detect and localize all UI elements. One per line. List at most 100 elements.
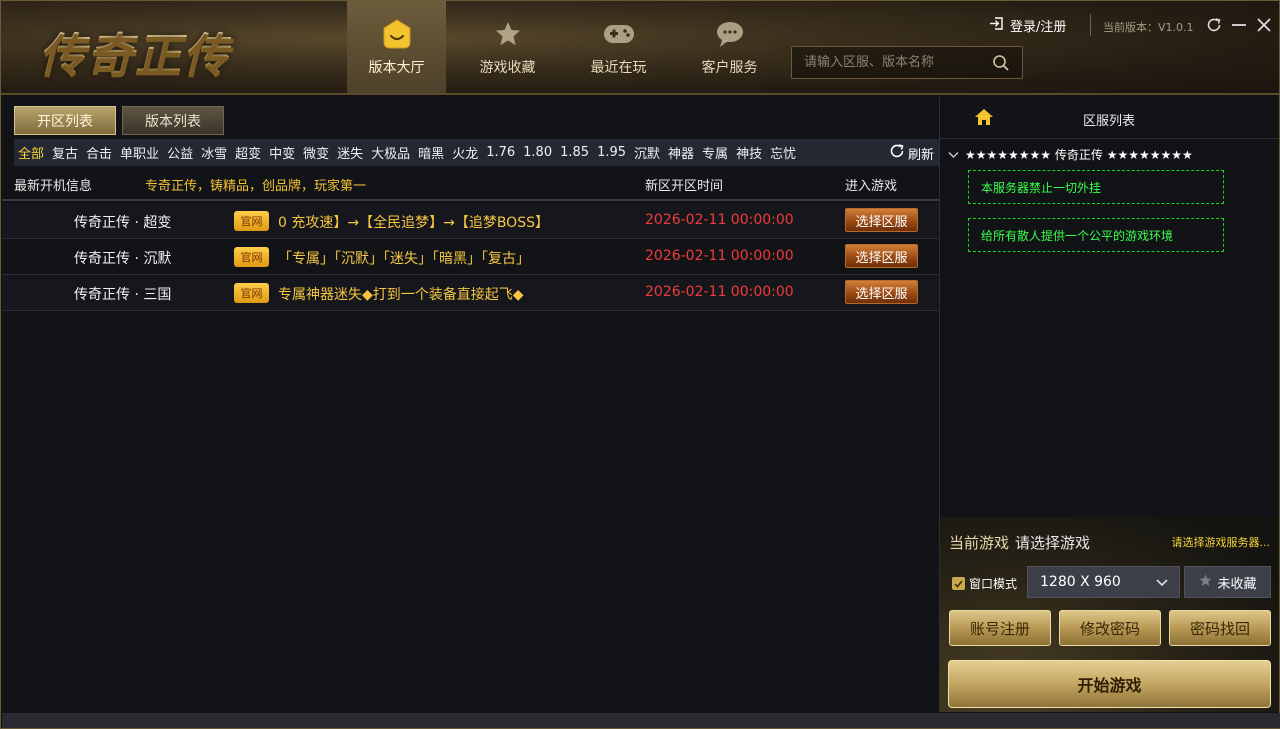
select-server-button[interactable]: 选择区服: [845, 244, 918, 268]
search-icon[interactable]: [992, 54, 1010, 76]
change-password-button[interactable]: 修改密码: [1059, 610, 1161, 646]
login-button[interactable]: 登录/注册: [989, 16, 1066, 35]
server-desc: 专属神器迷失◆打到一个装备直接起飞◆: [278, 287, 524, 303]
select-server-button[interactable]: 选择区服: [845, 208, 918, 232]
favorite-button[interactable]: 未收藏: [1184, 566, 1271, 598]
refresh-button[interactable]: 刷新: [889, 143, 934, 163]
start-game-button[interactable]: 开始游戏: [948, 660, 1271, 708]
nav-service[interactable]: 客户服务: [674, 1, 785, 93]
open-time: 2026-02-11 00:00:00: [645, 212, 794, 228]
server-tree-node[interactable]: ★★★★★★★★ 传奇正传 ★★★★★★★★: [948, 146, 1193, 163]
filter-item[interactable]: 忘忧: [766, 143, 800, 162]
filter-item[interactable]: 1.76: [482, 145, 519, 160]
table-row: 传奇正传 · 沉默 官网 「专属」「沉默」「迷失」「暗黑」「复古」 2026-0…: [2, 239, 939, 275]
open-time: 2026-02-11 00:00:00: [645, 284, 794, 300]
chevron-down-icon: [948, 148, 959, 162]
refresh-label: 刷新: [907, 147, 934, 163]
nav-label: 最近在玩: [590, 60, 647, 76]
filter-item[interactable]: 中变: [265, 143, 299, 162]
filter-item[interactable]: 大极品: [367, 143, 414, 162]
official-badge[interactable]: 官网: [234, 247, 269, 267]
server-name: 传奇正传 · 超变: [74, 215, 172, 231]
filter-item[interactable]: 合击: [82, 143, 116, 162]
nav-label: 游戏收藏: [479, 60, 536, 76]
filter-item[interactable]: 超变: [231, 143, 265, 162]
version-label: 当前版本：V1.0.1: [1103, 21, 1194, 34]
close-icon[interactable]: [1254, 15, 1273, 34]
search-input[interactable]: [792, 47, 982, 78]
window-controls: [1204, 15, 1273, 34]
server-desc: 0 充攻速】→【全民追梦】→【追梦BOSS】: [278, 215, 549, 231]
login-icon: [989, 16, 1004, 35]
filter-item[interactable]: 暗黑: [414, 143, 448, 162]
select-server-button[interactable]: 选择区服: [845, 280, 918, 304]
table-row: 传奇正传 · 三国 官网 专属神器迷失◆打到一个装备直接起飞◆ 2026-02-…: [2, 275, 939, 311]
app-logo: 传奇正传: [39, 19, 231, 85]
checkbox-icon: [952, 577, 965, 590]
server-list-title: 区服列表: [1083, 114, 1136, 129]
filter-item[interactable]: 1.95: [593, 145, 630, 160]
smile-icon: [380, 17, 414, 51]
favorite-label: 未收藏: [1217, 576, 1257, 592]
header-divider: [1090, 14, 1091, 36]
filter-all[interactable]: 全部: [14, 143, 48, 162]
nav-favorites[interactable]: 游戏收藏: [452, 1, 563, 93]
nav-version-hall[interactable]: 版本大厅: [347, 1, 446, 93]
header: 传奇正传 版本大厅 游戏收藏 最近在玩 客户服务 请输入区服、版本名称 登录/注…: [1, 1, 1279, 95]
server-detail-panel: 区服列表 ★★★★★★★★ 传奇正传 ★★★★★★★★ 本服务器禁止一切外挂 给…: [940, 97, 1279, 712]
nav-label: 版本大厅: [368, 60, 425, 76]
refresh-icon: [889, 143, 905, 163]
search-box: [791, 46, 1023, 79]
header-enter: 进入游戏: [845, 179, 898, 194]
tab-open-list[interactable]: 开区列表: [14, 106, 116, 135]
server-select-tip: 请选择游戏服务器...: [1171, 536, 1271, 549]
official-badge[interactable]: 官网: [234, 211, 269, 231]
filter-item[interactable]: 1.80: [519, 145, 556, 160]
current-game-label: 当前游戏: [949, 534, 1010, 552]
list-header: 最新开机信息 专奇正传，铸精品，创品牌，玩家第一 新区开区时间 进入游戏: [2, 167, 939, 201]
main-nav: 版本大厅 游戏收藏 最近在玩 客户服务: [347, 1, 785, 93]
nav-label: 客户服务: [701, 60, 758, 76]
filter-item[interactable]: 1.85: [556, 145, 593, 160]
filter-item[interactable]: 复古: [48, 143, 82, 162]
filter-item[interactable]: 神技: [732, 143, 766, 162]
chevron-down-icon: [1155, 575, 1169, 593]
minimize-icon[interactable]: [1229, 15, 1248, 34]
status-bar: [2, 713, 1280, 728]
current-game: 当前游戏 请选择游戏: [949, 532, 1090, 553]
home-icon[interactable]: [974, 108, 994, 130]
filter-item[interactable]: 公益: [163, 143, 197, 162]
filter-item[interactable]: 冰雪: [197, 143, 231, 162]
register-account-button[interactable]: 账号注册: [949, 610, 1051, 646]
chat-icon: [713, 17, 747, 51]
login-label: 登录/注册: [1010, 20, 1067, 35]
star-icon: [491, 17, 525, 51]
tab-version-list[interactable]: 版本列表: [122, 106, 224, 135]
recover-password-button[interactable]: 密码找回: [1169, 610, 1271, 646]
nav-recent[interactable]: 最近在玩: [563, 1, 674, 93]
window-mode-checkbox[interactable]: 窗口模式: [952, 575, 1017, 592]
filter-item[interactable]: 神器: [664, 143, 698, 162]
right-header: 区服列表: [940, 97, 1279, 139]
server-name: 传奇正传 · 沉默: [74, 251, 172, 267]
header-info: 最新开机信息: [14, 179, 93, 194]
table-row: 传奇正传 · 超变 官网 0 充攻速】→【全民追梦】→【追梦BOSS】 2026…: [2, 203, 939, 239]
resolution-select[interactable]: 1280 X 960: [1027, 566, 1180, 598]
notice-box: 给所有散人提供一个公平的游戏环境: [968, 218, 1224, 252]
app-window: 传奇正传 版本大厅 游戏收藏 最近在玩 客户服务 请输入区服、版本名称 登录/注…: [0, 0, 1280, 729]
server-name: 传奇正传 · 三国: [74, 287, 172, 303]
resolution-value: 1280 X 960: [1040, 574, 1121, 590]
filter-item[interactable]: 火龙: [448, 143, 482, 162]
filter-item[interactable]: 微变: [299, 143, 333, 162]
header-slogan: 专奇正传，铸精品，创品牌，玩家第一: [145, 179, 367, 194]
filter-item[interactable]: 沉默: [630, 143, 664, 162]
server-desc: 「专属」「沉默」「迷失」「暗黑」「复古」: [278, 251, 530, 267]
official-badge[interactable]: 官网: [234, 283, 269, 303]
filter-item[interactable]: 专属: [698, 143, 732, 162]
filter-item[interactable]: 单职业: [116, 143, 163, 162]
header-time: 新区开区时间: [645, 179, 724, 194]
open-time: 2026-02-11 00:00:00: [645, 248, 794, 264]
refresh-icon[interactable]: [1204, 15, 1223, 34]
window-mode-label: 窗口模式: [969, 577, 1018, 591]
filter-item[interactable]: 迷失: [333, 143, 367, 162]
